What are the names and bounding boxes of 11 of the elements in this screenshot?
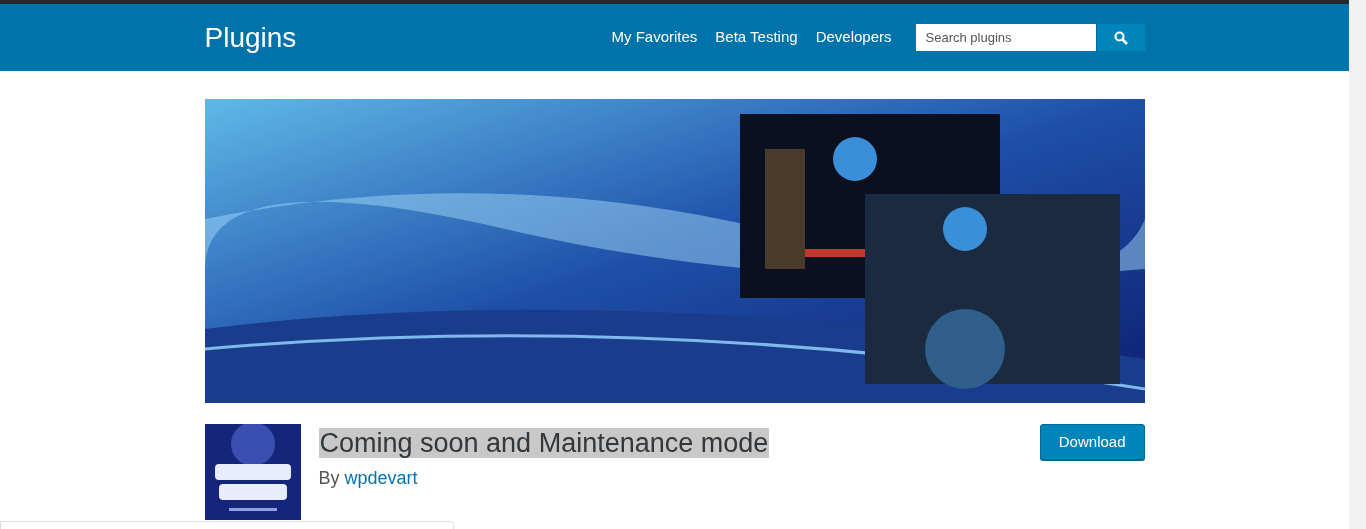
site-title[interactable]: Plugins xyxy=(204,16,297,59)
plugin-title: Coming soon and Maintenance mode xyxy=(318,428,770,458)
search-button[interactable] xyxy=(1095,24,1145,51)
nav-link[interactable]: Developers xyxy=(815,26,892,49)
search-field[interactable]: Search plugins xyxy=(915,24,1096,51)
download-button[interactable]: Download xyxy=(1039,424,1145,460)
nav-link[interactable]: My Favorites xyxy=(611,26,698,49)
search-icon xyxy=(1113,30,1128,45)
nav-link[interactable]: Beta Testing xyxy=(715,26,798,49)
author-link[interactable]: wpdevart xyxy=(344,465,418,492)
byline-label: By xyxy=(318,467,340,490)
